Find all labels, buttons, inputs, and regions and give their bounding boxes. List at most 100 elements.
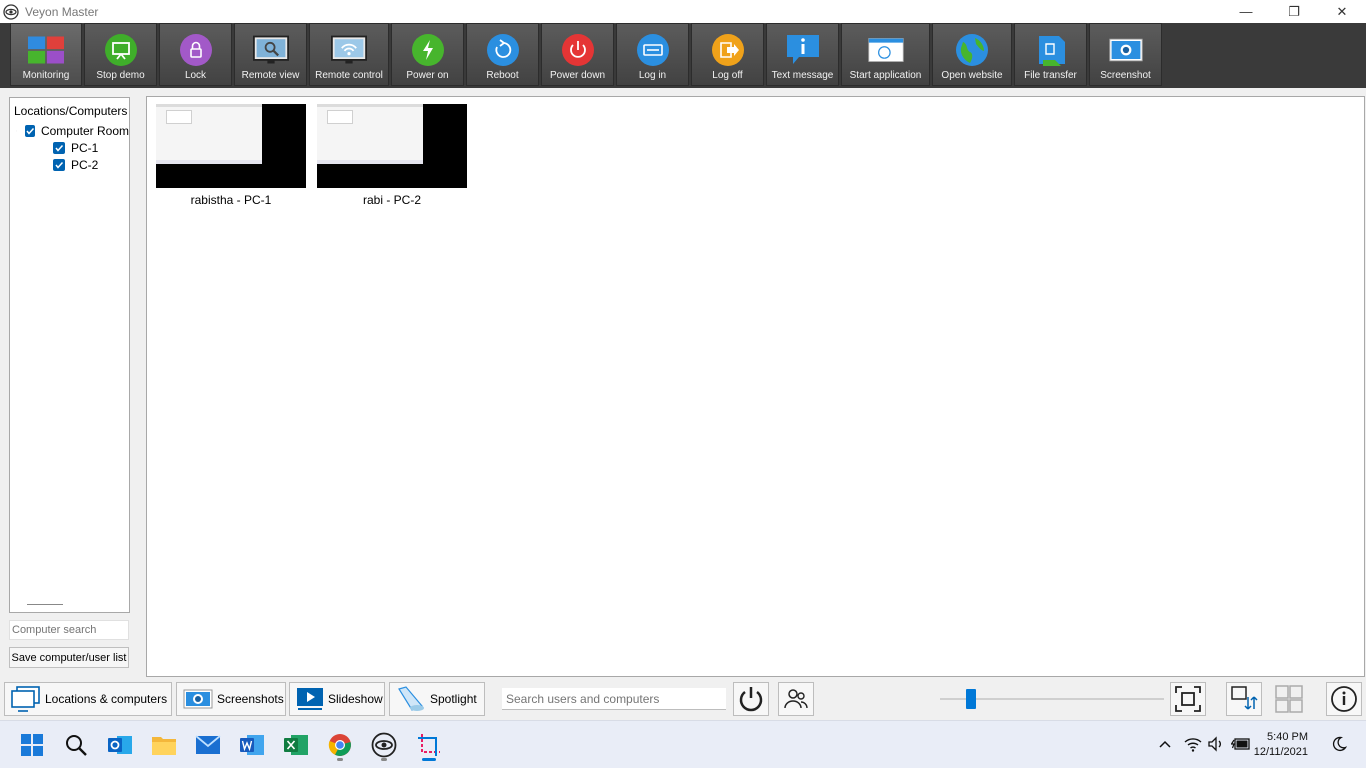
panel-header: Locations/Computers [14,104,128,118]
chevron-down-icon[interactable] [16,125,17,137]
taskbar-excel[interactable] [279,728,313,762]
remote-view-button[interactable]: Remote view [234,23,307,86]
button-label: Screenshots [217,692,284,706]
auto-arrange-button[interactable] [1226,682,1262,716]
power-down-button[interactable]: Power down [541,23,614,86]
remote-control-icon [331,35,367,64]
stop-demo-button[interactable]: Stop demo [84,23,157,86]
taskbar-mail[interactable] [191,728,225,762]
lock-icon [179,34,212,66]
about-button[interactable] [1326,682,1362,716]
zoom-slider[interactable] [940,689,1164,709]
taskbar-word[interactable] [235,728,269,762]
tray-overflow[interactable] [1156,735,1174,753]
slider-handle[interactable] [966,689,976,709]
snipping-tool-icon [418,734,440,756]
panel-splitter-handle[interactable] [27,604,63,605]
veyon-eye-icon [3,3,19,20]
computer-tile-pc-1[interactable]: rabistha - PC-1 [156,104,306,207]
log-in-icon [636,34,669,66]
mail-icon [195,735,221,754]
taskbar-clock[interactable]: 5:40 PM 12/11/2021 [1254,730,1308,760]
window-title: Veyon Master [25,4,99,19]
checkbox-pc-2[interactable] [53,158,65,171]
text-message-button[interactable]: Text message [766,23,839,86]
computer-monitoring-area: rabistha - PC-1 rabi - PC-2 [146,96,1365,677]
monitor-icon [11,686,40,712]
spotlight-icon [398,686,424,711]
open-website-button[interactable]: Open website [932,23,1012,86]
checkbox-pc-1[interactable] [53,141,65,154]
computer-search-input[interactable] [9,620,129,640]
start-button[interactable] [15,728,49,762]
fit-window-icon [1175,686,1201,712]
taskbar-chrome[interactable] [323,728,357,762]
camera-icon [183,689,213,709]
log-off-icon [711,34,744,66]
tray-focus-assist[interactable] [1330,735,1348,753]
save-computer-list-button[interactable]: Save computer/user list [9,647,129,668]
veyon-icon [371,732,397,758]
tray-battery[interactable] [1230,735,1252,753]
computer-caption: rabi - PC-2 [362,193,421,207]
screenshots-button[interactable]: Screenshots [176,682,286,716]
search-users-computers-input[interactable] [502,688,726,710]
fit-to-window-button[interactable] [1170,682,1206,716]
remote-control-button[interactable]: Remote control [309,23,389,86]
users-icon [784,689,808,709]
monitoring-button[interactable]: Monitoring [10,23,82,86]
battery-charging-icon [1231,738,1250,750]
power-toggle-button[interactable] [733,682,769,716]
tray-wifi[interactable] [1183,735,1203,753]
reboot-icon [486,34,519,66]
arrange-icon [1231,686,1258,710]
reboot-button[interactable]: Reboot [466,23,539,86]
screenshot-button[interactable]: Screenshot [1089,23,1162,86]
word-icon [240,735,264,755]
checkbox-computer-room[interactable] [24,124,35,137]
spotlight-button[interactable]: Spotlight [389,682,485,716]
slideshow-button[interactable]: Slideshow [289,682,385,716]
button-label: Locations & computers [45,692,168,706]
file-explorer-icon [152,737,176,755]
tree-item-pc-2[interactable]: PC-2 [10,156,129,173]
screen-thumbnail[interactable] [317,104,467,188]
users-button[interactable] [778,682,814,716]
wifi-icon [1184,738,1202,752]
taskbar-search[interactable] [59,728,93,762]
start-application-button[interactable]: Start application [841,23,930,86]
grid-view-button[interactable] [1271,682,1307,716]
tray-volume[interactable] [1206,735,1226,753]
outlook-icon [108,736,132,754]
taskbar-file-explorer[interactable] [147,728,181,762]
locations-computers-button[interactable]: Locations & computers [4,682,172,716]
taskbar-outlook[interactable] [103,728,137,762]
taskbar-snipping-tool[interactable] [412,728,446,762]
log-off-button[interactable]: Log off [691,23,764,86]
feature-toolbar: Monitoring Stop demo Lock Remote view Re… [0,23,1366,88]
taskbar-veyon[interactable] [367,728,401,762]
power-down-icon [561,34,594,66]
check-icon [26,127,35,135]
chrome-icon [328,734,351,756]
power-on-button[interactable]: Power on [391,23,464,86]
file-transfer-button[interactable]: File transfer [1014,23,1087,86]
moon-icon [1332,736,1347,752]
speaker-icon [1208,736,1221,752]
tree-item-computer-room[interactable]: Computer Room [10,122,129,139]
screenshot-icon [1108,38,1143,62]
open-website-icon [956,34,988,66]
search-icon [66,735,87,756]
close-button[interactable]: ✕ [1318,0,1366,23]
screen-thumbnail[interactable] [156,104,306,188]
log-in-button[interactable]: Log in [616,23,689,86]
restore-button[interactable]: ❐ [1270,0,1318,23]
computer-caption: rabistha - PC-1 [190,193,272,207]
computer-tile-pc-2[interactable]: rabi - PC-2 [317,104,467,207]
minimize-button[interactable]: — [1222,0,1270,23]
button-label: Slideshow [328,692,383,706]
demo-icon [104,34,137,66]
lock-button[interactable]: Lock [159,23,232,86]
tree-item-pc-1[interactable]: PC-1 [10,139,129,156]
text-message-icon [786,35,819,64]
